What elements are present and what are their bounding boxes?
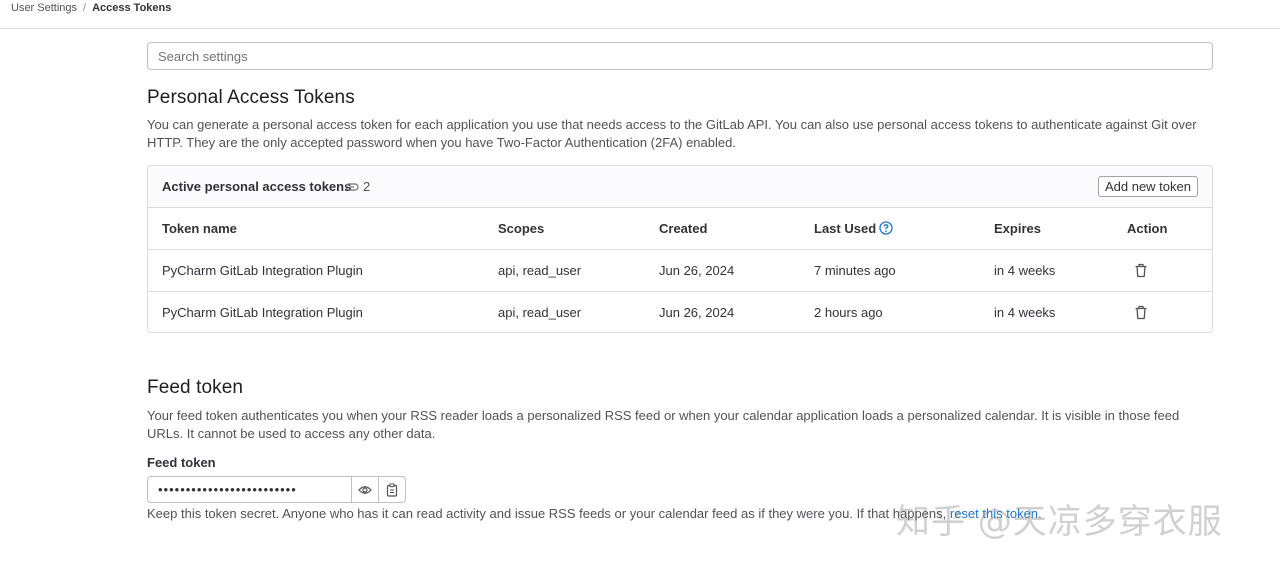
column-created: Created xyxy=(659,221,708,236)
token-expires: in 4 weeks xyxy=(994,263,1056,278)
table-header-row: Token name Scopes Created Last Used Expi… xyxy=(148,208,1212,250)
column-last-used: Last Used xyxy=(814,221,893,236)
column-expires: Expires xyxy=(994,221,1041,236)
token-scopes: api, read_user xyxy=(498,305,582,320)
feed-help-prefix: Keep this token secret. Anyone who has i… xyxy=(147,506,947,521)
token-count: 2 xyxy=(345,179,370,194)
search-input[interactable] xyxy=(147,42,1213,70)
trash-icon[interactable] xyxy=(1134,263,1148,278)
watermark: 知乎 @天凉多穿衣服 xyxy=(896,502,1223,542)
token-created: Jun 26, 2024 xyxy=(659,263,735,278)
clipboard-icon xyxy=(386,482,398,497)
column-last-used-label: Last Used xyxy=(814,221,877,236)
token-name: PyCharm GitLab Integration Plugin xyxy=(162,263,363,278)
table-row: PyCharm GitLab Integration Plugin api, r… xyxy=(148,250,1212,292)
feed-token-field-group xyxy=(147,476,406,503)
feed-description: Your feed token authenticates you when y… xyxy=(147,408,1180,441)
token-icon xyxy=(345,182,359,191)
eye-icon xyxy=(358,485,372,494)
breadcrumb: User Settings / Access Tokens xyxy=(11,2,171,14)
column-token-name: Token name xyxy=(162,221,237,236)
card-header: Active personal access tokens 2 Add new … xyxy=(148,166,1212,208)
top-bar: User Settings / Access Tokens xyxy=(0,0,1280,29)
column-scopes: Scopes xyxy=(498,221,545,236)
feed-section-title: Feed token xyxy=(147,377,244,398)
breadcrumb-user-settings[interactable]: User Settings xyxy=(11,2,77,14)
card-title: Active personal access tokens xyxy=(162,179,352,194)
token-scopes: api, read_user xyxy=(498,263,582,278)
token-last-used: 2 hours ago xyxy=(814,305,883,320)
breadcrumb-separator: / xyxy=(83,2,87,14)
feed-token-label: Feed token xyxy=(147,455,216,470)
pat-section-title: Personal Access Tokens xyxy=(147,87,355,108)
token-last-used: 7 minutes ago xyxy=(814,263,896,278)
column-action: Action xyxy=(1127,221,1168,236)
question-circle-icon[interactable] xyxy=(879,221,893,235)
trash-icon[interactable] xyxy=(1134,305,1148,320)
feed-token-input[interactable] xyxy=(147,476,352,503)
copy-token-button[interactable] xyxy=(379,476,406,503)
token-count-value: 2 xyxy=(363,179,371,194)
active-tokens-card: Active personal access tokens 2 Add new … xyxy=(147,165,1213,333)
table-row: PyCharm GitLab Integration Plugin api, r… xyxy=(148,292,1212,334)
token-name: PyCharm GitLab Integration Plugin xyxy=(162,305,363,320)
token-expires: in 4 weeks xyxy=(994,305,1056,320)
reveal-token-button[interactable] xyxy=(352,476,379,503)
breadcrumb-current[interactable]: Access Tokens xyxy=(92,2,171,14)
add-new-token-button[interactable]: Add new token xyxy=(1097,176,1198,197)
token-created: Jun 26, 2024 xyxy=(659,305,735,320)
pat-description: You can generate a personal access token… xyxy=(147,117,1197,150)
